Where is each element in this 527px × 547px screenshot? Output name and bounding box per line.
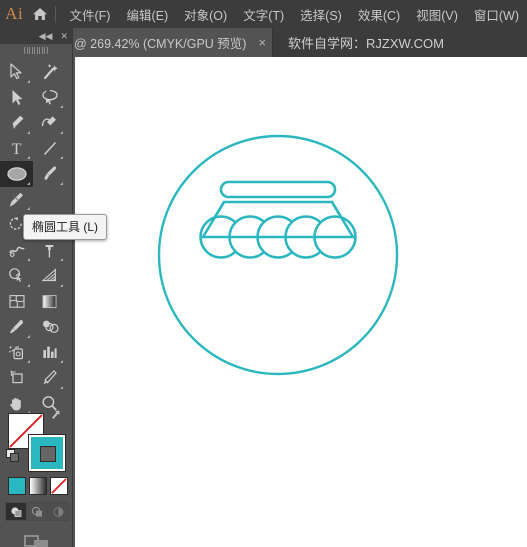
menu-items: 文件(F) 编辑(E) 对象(O) 文字(T) 选择(S) 效果(C) 视图(V…: [62, 1, 527, 28]
tool-flyout-marker: [60, 258, 63, 261]
shaper-tool[interactable]: [0, 187, 33, 213]
lasso-tool[interactable]: [33, 85, 66, 111]
ai-logo: Ai: [5, 4, 24, 23]
panel-drag-grip[interactable]: [0, 44, 72, 57]
tool-flyout-marker: [27, 334, 30, 338]
width-warp-tool[interactable]: [0, 238, 33, 264]
watermark-text: 软件自学网：RJZXW.COM: [288, 36, 444, 51]
none-swatch[interactable]: [50, 477, 68, 495]
double-chevron-left-icon[interactable]: ◀◀: [39, 31, 53, 41]
tool-row: [0, 263, 72, 289]
line-segment-tool[interactable]: [33, 136, 66, 162]
tool-row: [0, 110, 72, 136]
mini-swatch-row: [8, 477, 73, 495]
artboard-tool[interactable]: [0, 365, 33, 391]
eyedropper-tool[interactable]: [0, 314, 33, 340]
tool-flyout-marker: [27, 207, 30, 210]
tool-row: [0, 161, 72, 187]
tool-flyout-marker: [60, 283, 63, 287]
mesh-tool[interactable]: [0, 289, 33, 315]
tools-panel: ◀◀ ✕ T 椭圆工具 (L): [0, 28, 108, 547]
menu-object[interactable]: 对象(O): [176, 1, 235, 28]
tool-flyout-marker: [27, 156, 30, 159]
tool-row: [0, 85, 72, 111]
awning-shop-icon-artwork[interactable]: [80, 57, 527, 547]
tool-flyout-marker: [27, 258, 30, 261]
menu-edit[interactable]: 编辑(E): [118, 1, 176, 28]
fill-stroke-group: [6, 409, 73, 473]
column-graph-tool[interactable]: [33, 340, 66, 366]
perspective-grid-tool[interactable]: [33, 263, 66, 289]
tool-tooltip: 椭圆工具 (L): [23, 214, 108, 240]
svg-text:T: T: [12, 141, 22, 157]
gradient-tool[interactable]: [33, 289, 66, 315]
tool-flyout-marker: [27, 283, 30, 287]
menu-window[interactable]: 窗口(W): [466, 1, 527, 28]
symbol-sprayer-tool[interactable]: [0, 340, 33, 366]
change-screen-mode[interactable]: [0, 530, 73, 547]
menu-file[interactable]: 文件(F): [62, 1, 119, 28]
type-tool[interactable]: T: [0, 136, 33, 162]
tool-flyout-marker: [60, 130, 63, 134]
swap-fill-stroke-icon[interactable]: [52, 409, 65, 424]
tool-flyout-marker: [60, 105, 63, 108]
stroke-swatch-inner: [40, 446, 56, 462]
illustrator-window: Ai 文件(F) 编辑(E) 对象(O) 文字(T) 选择(S) 效果(C) 视…: [0, 0, 527, 547]
close-icon[interactable]: ×: [258, 36, 266, 49]
tool-row: T: [0, 136, 72, 162]
color-swatch[interactable]: [8, 477, 26, 495]
tool-row: [0, 365, 72, 391]
shape-builder-tool[interactable]: [0, 263, 33, 289]
color-controls: [0, 403, 73, 547]
tool-row: [0, 314, 72, 340]
menu-effect[interactable]: 效果(C): [350, 1, 408, 28]
tool-row: [0, 59, 72, 85]
tool-row: [0, 187, 72, 213]
default-fill-stroke-icon[interactable]: [6, 449, 20, 463]
tool-flyout-marker: [27, 181, 30, 185]
draw-normal-mode[interactable]: [6, 503, 26, 520]
document-tab-title: @ 269.42% (CMYK/GPU 预览): [74, 37, 247, 51]
blend-tool[interactable]: [33, 314, 66, 340]
tool-row: [0, 238, 72, 264]
stroke-swatch[interactable]: [28, 434, 66, 472]
magic-wand-tool[interactable]: [33, 59, 66, 85]
tab-bar: @ 269.42% (CMYK/GPU 预览) × 软件自学网：RJZXW.CO…: [0, 28, 527, 57]
selection-tool[interactable]: [0, 59, 33, 85]
paintbrush-tool[interactable]: [33, 161, 66, 187]
eraser-tool[interactable]: [33, 187, 66, 213]
gradient-swatch[interactable]: [29, 477, 47, 495]
tool-row: [0, 340, 72, 366]
draw-inside-mode[interactable]: [48, 503, 68, 520]
close-icon[interactable]: ✕: [60, 31, 68, 41]
tool-flyout-marker: [60, 385, 63, 389]
menu-view[interactable]: 视图(V): [408, 1, 466, 28]
menu-bar: Ai 文件(F) 编辑(E) 对象(O) 文字(T) 选择(S) 效果(C) 视…: [0, 0, 527, 28]
tools-panel-header[interactable]: ◀◀ ✕: [0, 28, 72, 44]
tool-flyout-marker: [27, 79, 30, 83]
tool-flyout-marker: [27, 360, 30, 363]
menu-type[interactable]: 文字(T): [235, 1, 292, 28]
home-icon[interactable]: [28, 0, 50, 28]
canopy-top-bar: [219, 180, 337, 199]
tool-flyout-marker: [27, 130, 30, 134]
free-transform-tool[interactable]: [33, 238, 66, 264]
tool-flyout-marker: [60, 156, 63, 159]
draw-behind-mode[interactable]: [27, 503, 47, 520]
direct-selection-tool[interactable]: [0, 85, 33, 111]
ellipse-tool[interactable]: [0, 161, 33, 187]
curvature-tool[interactable]: [33, 110, 66, 136]
menu-divider: [54, 5, 56, 23]
slice-tool[interactable]: [33, 365, 66, 391]
tool-flyout-marker: [60, 181, 63, 185]
document-tab[interactable]: @ 269.42% (CMYK/GPU 预览) ×: [64, 28, 274, 57]
draw-modes-group: [5, 502, 69, 521]
pen-tool[interactable]: [0, 110, 33, 136]
tool-flyout-marker: [60, 360, 63, 363]
tool-row: [0, 289, 72, 315]
grip-lines: [24, 47, 48, 54]
menu-select[interactable]: 选择(S): [292, 1, 350, 28]
